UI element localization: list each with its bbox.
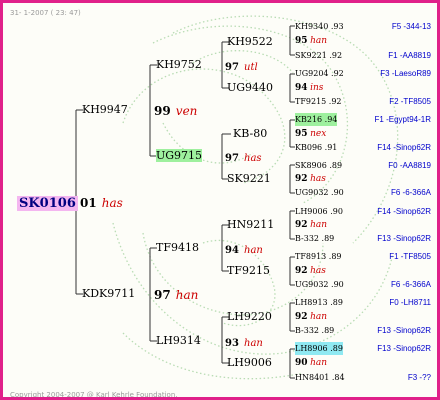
leaf-name: B-332 .89: [295, 234, 335, 243]
date-header: 31- 1-2007 ( 23: 47): [10, 9, 81, 17]
gen2-name: LH9314: [156, 334, 201, 347]
copyright-footer: Copyright 2004-2007 @ Karl Kehrle Founda…: [10, 391, 178, 399]
gen3-name: LH9220: [227, 310, 272, 323]
leaf-location: F5 -344-13: [391, 22, 431, 31]
gen3-num: 92: [295, 220, 308, 230]
gen3-tag: han: [310, 220, 328, 230]
leaf-name: LH8913 .89: [295, 298, 343, 307]
gen2-name: KH9752: [156, 58, 202, 71]
leaf-location: F13 -Sinop62R: [377, 326, 431, 335]
gen3-rank: 92 has: [295, 264, 326, 278]
gen2-tag: utl: [244, 62, 258, 73]
gen3-name: LH9006: [227, 356, 272, 369]
root-name: SK0106: [17, 196, 78, 211]
leaf-location: F1 -Egypt94-1R: [374, 115, 431, 124]
gen2-num: 97: [225, 62, 239, 73]
gen1-name: KDK9711: [82, 287, 136, 300]
gen3-name: HN9211: [227, 218, 275, 231]
gen2-rank: 93 han: [225, 334, 263, 350]
root-rank: 01 has: [80, 195, 123, 210]
leaf-name: LH9006 .90: [295, 207, 343, 216]
gen2-rank: 94 han: [225, 241, 263, 257]
gen3-rank: 92 han: [295, 310, 327, 324]
gen2-num: 97: [225, 153, 239, 164]
leaf-location: F13 -Sinop62R: [377, 344, 431, 353]
gen1-rank: 97 han: [154, 287, 198, 302]
gen3-tag: han: [310, 312, 328, 322]
leaf-name-highlighted: KB216 .94: [295, 113, 338, 126]
gen3-rank: 95 han: [295, 34, 327, 48]
gen3-tag: han: [310, 36, 328, 46]
root-num: 01: [80, 196, 97, 210]
gen3-rank: 95 nex: [295, 127, 326, 141]
gen1-tag: han: [175, 288, 199, 302]
root-tag: has: [101, 196, 123, 210]
gen3-name: TF9215: [227, 264, 270, 277]
gen3-num: 95: [295, 36, 308, 46]
leaf-location: F0 -LH8711: [389, 298, 431, 307]
gen1-name: KH9947: [82, 103, 128, 116]
gen2-rank: 97 has: [225, 149, 262, 165]
leaf-name: KB096 .91: [295, 143, 338, 152]
gen2-tag: has: [244, 153, 262, 164]
gen1-rank: 99 ven: [154, 103, 197, 118]
gen3-tag: han: [310, 358, 328, 368]
leaf-name: KH9340 .93: [295, 22, 344, 31]
leaf-location: F13 -Sinop62R: [377, 234, 431, 243]
leaf-location: F2 -TF8505: [389, 97, 431, 106]
gen2-name: TF9418: [156, 241, 199, 254]
gen3-tag: ins: [310, 83, 324, 93]
leaf-name: TF9215 .92: [295, 97, 342, 106]
gen3-num: 92: [295, 266, 308, 276]
leaf-name-highlighted: LH8906 .89: [295, 342, 343, 355]
gen3-num: 94: [295, 83, 308, 93]
leaf-location: F0 -AA8819: [388, 161, 431, 170]
leaf-location: F14 -Sinop62R: [377, 143, 431, 152]
leaf-location: F1 -AA8819: [388, 51, 431, 60]
root-node: SK0106: [17, 195, 78, 211]
gen3-tag: has: [310, 266, 326, 276]
leaf-name: SK8906 .89: [295, 161, 343, 170]
leaf-name: UG9204 .92: [295, 69, 344, 78]
gen2-tag: han: [244, 338, 263, 349]
leaf-name: UG9032 .90: [295, 280, 344, 289]
leaf-location: F6 -6-366A: [390, 188, 431, 197]
gen3-rank: 92 han: [295, 218, 327, 232]
leaf-location: F1 -TF8505: [389, 252, 431, 261]
gen1-num: 99: [154, 104, 171, 118]
leaf-name: TF8913 .89: [295, 252, 342, 261]
gen1-num: 97: [154, 288, 171, 302]
gen3-num: 92: [295, 312, 308, 322]
gen3-rank: 90 han: [295, 356, 327, 370]
leaf-name: UG9032 .90: [295, 188, 344, 197]
gen3-tag: has: [310, 174, 326, 184]
gen3-name: UG9440: [227, 81, 274, 94]
leaf-name: B-332 .89: [295, 326, 335, 335]
leaf-location: F3 -LaesoR89: [380, 69, 431, 78]
gen2-num: 94: [225, 245, 239, 256]
leaf-name: HN8401 .84: [295, 373, 345, 382]
leaf-name: SK9221 .92: [295, 51, 343, 60]
leaf-location: F6 -6-366A: [390, 280, 431, 289]
gen3-tag: nex: [310, 129, 327, 139]
gen3-num: 95: [295, 129, 308, 139]
gen2-num: 93: [225, 338, 239, 349]
gen3-rank: 92 has: [295, 172, 326, 186]
gen3-name: KH9522: [227, 35, 273, 48]
gen2-rank: 97 utl: [225, 58, 258, 74]
gen3-name: KB-80: [233, 127, 268, 140]
gen3-name: SK9221: [227, 172, 271, 185]
gen2-name-highlighted: UG9715: [156, 149, 203, 162]
gen3-num: 92: [295, 174, 308, 184]
leaf-location: F3 -??: [407, 373, 431, 382]
gen2-tag: han: [244, 245, 263, 256]
gen3-num: 90: [295, 358, 308, 368]
leaf-location: F14 -Sinop62R: [377, 207, 431, 216]
pedigree-frame: 31- 1-2007 ( 23: 47) SK0106 01 has KH994…: [0, 0, 440, 400]
gen3-rank: 94 ins: [295, 81, 323, 95]
gen1-tag: ven: [175, 104, 198, 118]
